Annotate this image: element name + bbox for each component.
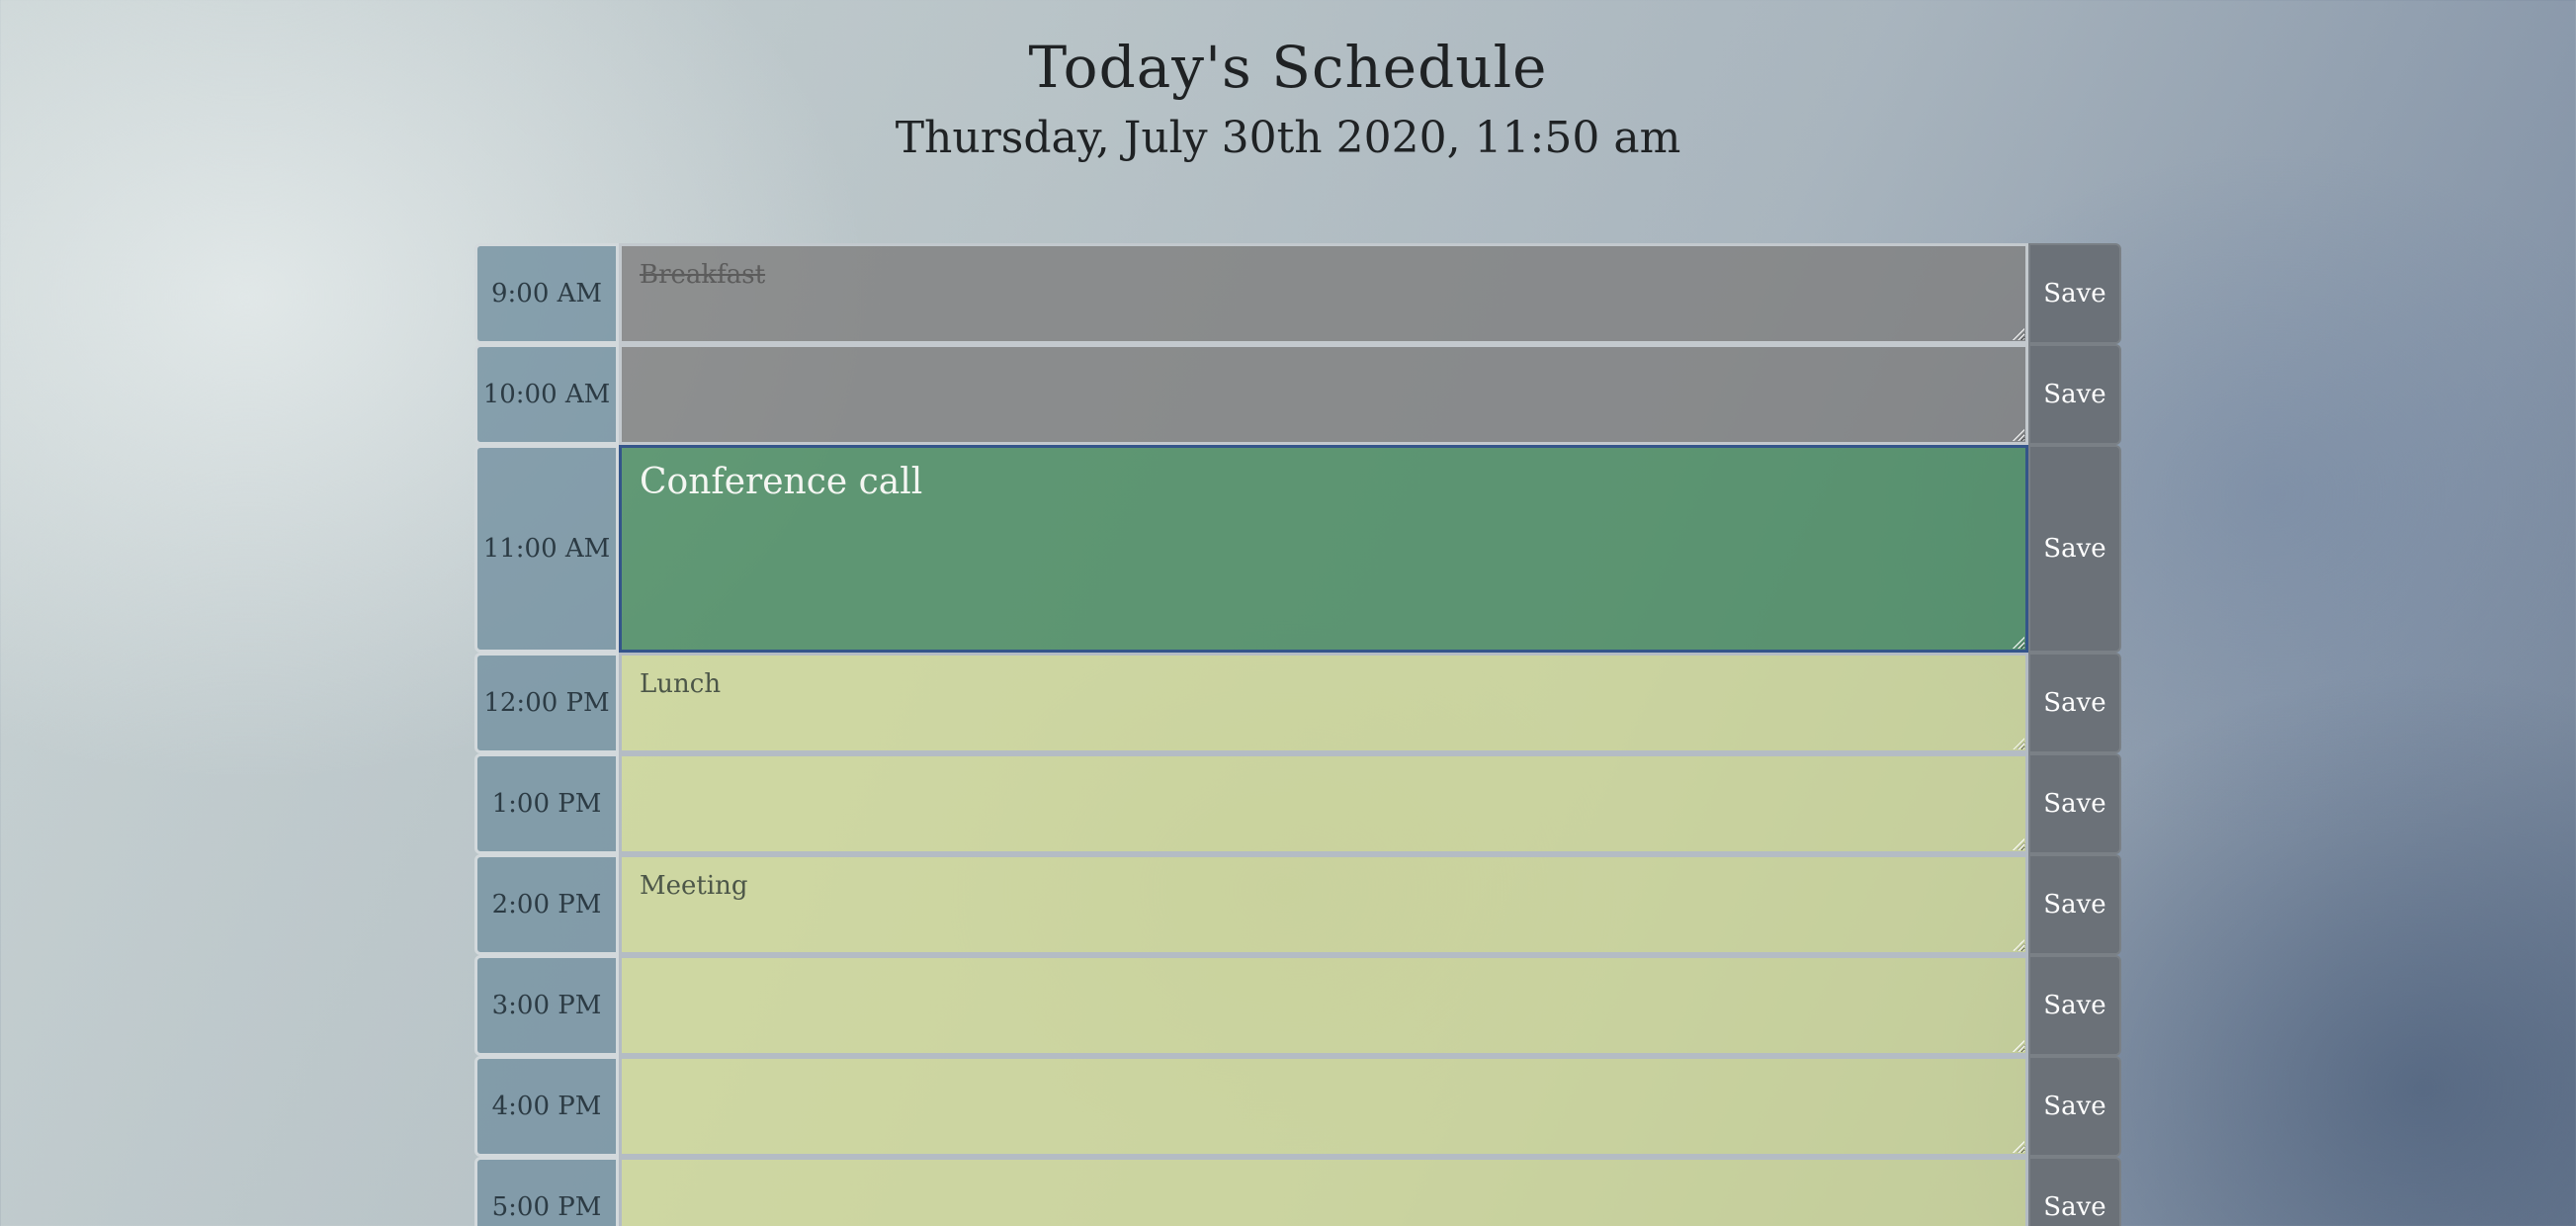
save-button[interactable]: Save — [2028, 854, 2121, 955]
hour-label: 2:00 PM — [474, 854, 619, 955]
save-button[interactable]: Save — [2028, 243, 2121, 344]
page-title: Today's Schedule — [1028, 34, 1548, 101]
time-block-row: 11:00 AM Conference call Save — [474, 445, 2121, 653]
event-description-input[interactable] — [619, 955, 2028, 1056]
event-description-input[interactable]: Meeting — [619, 854, 2028, 955]
save-button[interactable]: Save — [2028, 1056, 2121, 1157]
resize-handle-icon[interactable] — [2013, 738, 2024, 749]
hour-label: 9:00 AM — [474, 243, 619, 344]
current-datetime: Thursday, July 30th 2020, 11:50 am — [895, 113, 1681, 163]
hour-label: 11:00 AM — [474, 445, 619, 653]
event-description-input[interactable]: Lunch — [619, 653, 2028, 753]
resize-handle-icon[interactable] — [2013, 1141, 2024, 1153]
save-button[interactable]: Save — [2028, 344, 2121, 445]
event-description-input[interactable] — [619, 753, 2028, 854]
event-description-input[interactable] — [619, 344, 2028, 445]
hour-label: 5:00 PM — [474, 1157, 619, 1226]
save-button[interactable]: Save — [2028, 653, 2121, 753]
save-button[interactable]: Save — [2028, 445, 2121, 653]
save-button[interactable]: Save — [2028, 955, 2121, 1056]
time-block-row: 1:00 PM Save — [474, 753, 2121, 854]
resize-handle-icon[interactable] — [2013, 637, 2024, 649]
time-block-row: 3:00 PM Save — [474, 955, 2121, 1056]
hour-label: 10:00 AM — [474, 344, 619, 445]
event-description-input[interactable] — [619, 1056, 2028, 1157]
event-description-input[interactable]: Breakfast — [619, 243, 2028, 344]
save-button[interactable]: Save — [2028, 753, 2121, 854]
hour-label: 4:00 PM — [474, 1056, 619, 1157]
time-block-row: 5:00 PM Save — [474, 1157, 2121, 1226]
resize-handle-icon[interactable] — [2013, 429, 2024, 441]
day-planner: 9:00 AM Breakfast Save 10:00 AM Save 11:… — [474, 243, 2121, 1226]
event-description-input[interactable] — [619, 1157, 2028, 1226]
save-button[interactable]: Save — [2028, 1157, 2121, 1226]
time-block-row: 10:00 AM Save — [474, 344, 2121, 445]
page-header: Today's Schedule Thursday, July 30th 202… — [0, 30, 2576, 168]
resize-handle-icon[interactable] — [2013, 328, 2024, 340]
hour-label: 12:00 PM — [474, 653, 619, 753]
resize-handle-icon[interactable] — [2013, 838, 2024, 850]
hour-label: 1:00 PM — [474, 753, 619, 854]
time-block-row: 2:00 PM Meeting Save — [474, 854, 2121, 955]
time-block-row: 9:00 AM Breakfast Save — [474, 243, 2121, 344]
hour-label: 3:00 PM — [474, 955, 619, 1056]
resize-handle-icon[interactable] — [2013, 1040, 2024, 1052]
event-description-input[interactable]: Conference call — [619, 445, 2028, 653]
resize-handle-icon[interactable] — [2013, 939, 2024, 951]
time-block-row: 4:00 PM Save — [474, 1056, 2121, 1157]
time-block-row: 12:00 PM Lunch Save — [474, 653, 2121, 753]
